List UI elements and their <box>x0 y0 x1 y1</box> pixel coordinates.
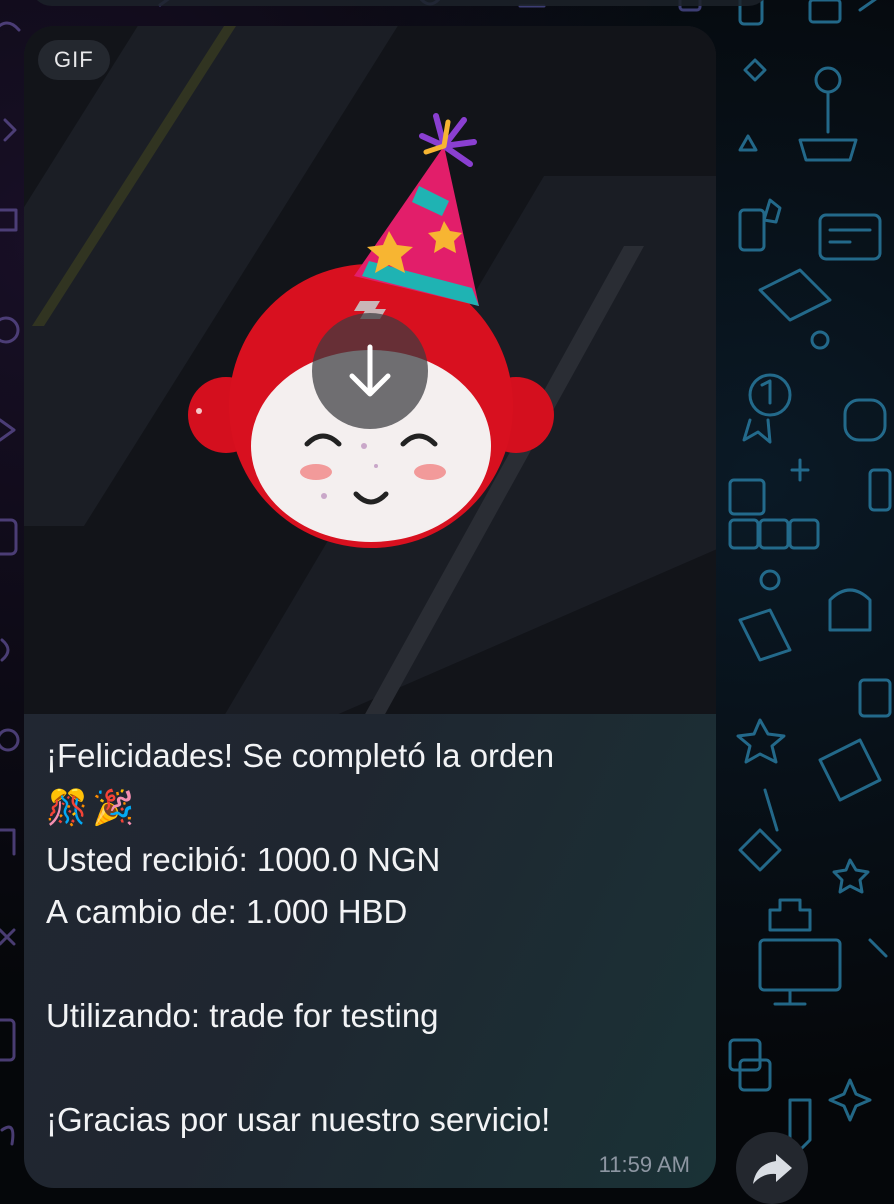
message-bubble: GIF ¡Felicidades! Se completó la orden 🎊… <box>24 26 716 1188</box>
gif-badge: GIF <box>38 40 110 80</box>
caption-line: Usted recibió: 1000.0 NGN <box>46 841 441 878</box>
message-timestamp: 11:59 AM <box>598 1152 690 1177</box>
gif-preview[interactable]: GIF <box>24 26 716 714</box>
caption-line <box>46 1042 696 1094</box>
message-caption: ¡Felicidades! Se completó la orden 🎊🎉 Us… <box>46 730 696 1146</box>
caption-emoji-line: 🎊🎉 <box>46 789 139 827</box>
caption-line <box>46 938 696 990</box>
caption-line: ¡Gracias por usar nuestro servicio! <box>46 1101 551 1138</box>
caption-line: A cambio de: 1.000 HBD <box>46 893 408 930</box>
forward-button[interactable] <box>736 1132 808 1204</box>
caption-line: ¡Felicidades! Se completó la orden <box>46 737 555 774</box>
caption-line: Utilizando: trade for testing <box>46 997 439 1034</box>
forward-share-icon <box>753 1154 792 1184</box>
download-button[interactable] <box>312 313 428 429</box>
download-arrow-icon <box>349 344 391 397</box>
